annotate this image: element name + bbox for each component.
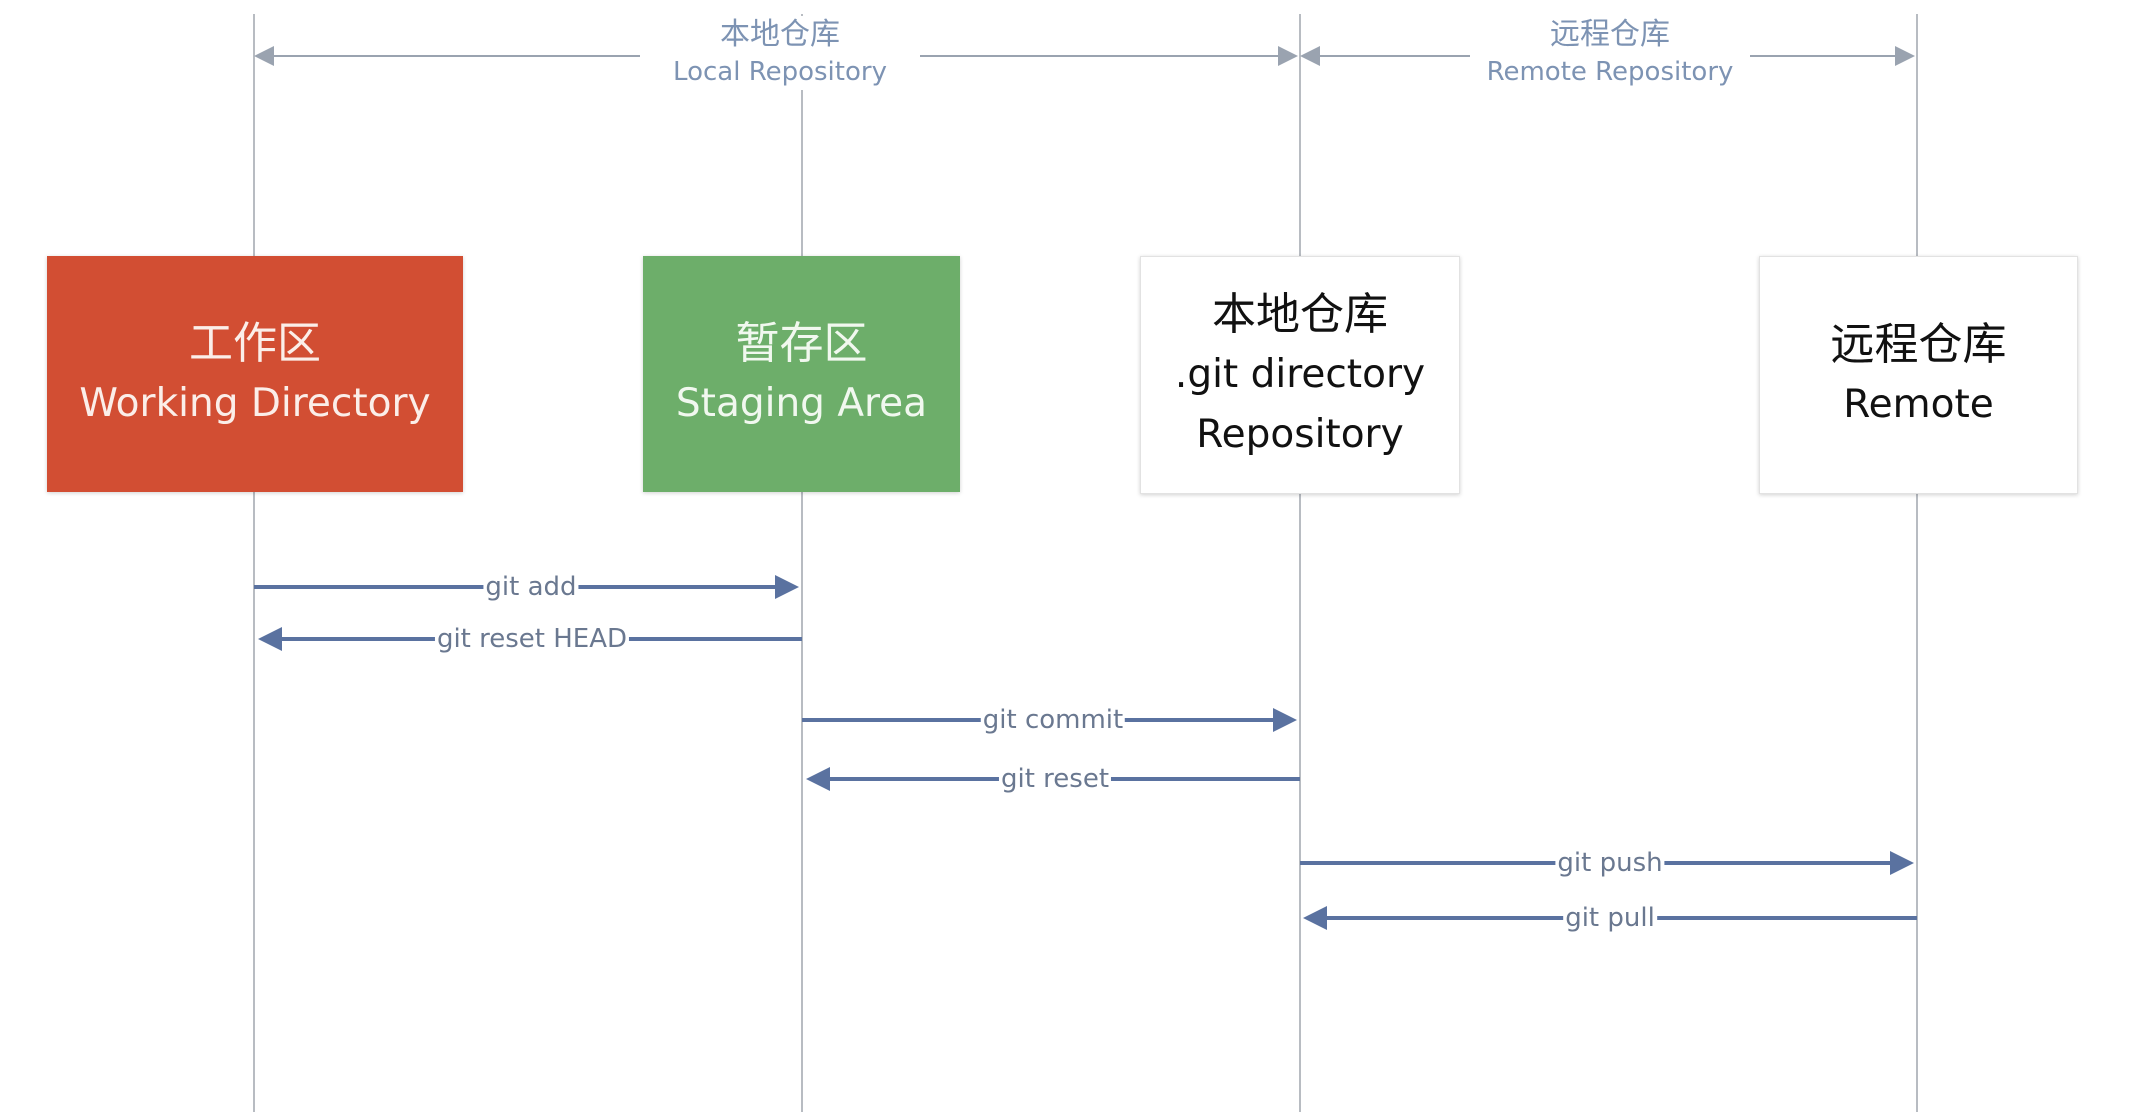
box-title-zh: 本地仓库 — [1212, 289, 1388, 340]
region-label-local: 本地仓库 Local Repository — [640, 16, 920, 90]
local-repository-box: 本地仓库 .git directory Repository — [1140, 256, 1460, 494]
box-title-zh: 暂存区 — [735, 318, 868, 369]
working-directory-box: 工作区 Working Directory — [47, 256, 463, 492]
box-title-zh: 工作区 — [189, 318, 321, 369]
box-title-zh: 远程仓库 — [1830, 319, 2007, 370]
label-git-reset-head: git reset HEAD — [434, 624, 630, 654]
arrows-layer — [254, 46, 1917, 930]
region-label-remote-zh: 远程仓库 — [1550, 17, 1670, 52]
remote-repository-box: 远程仓库 Remote — [1759, 256, 2078, 494]
box-title-en: .git directory — [1174, 352, 1426, 397]
box-title-en: Remote — [1843, 382, 1994, 427]
region-label-remote-en: Remote Repository — [1486, 57, 1734, 87]
box-title-en: Staging Area — [675, 381, 928, 426]
region-label-remote: 远程仓库 Remote Repository — [1470, 16, 1750, 90]
region-label-local-zh: 本地仓库 — [720, 17, 840, 52]
staging-area-box: 暂存区 Staging Area — [643, 256, 960, 492]
label-git-push: git push — [1555, 848, 1665, 878]
label-git-commit: git commit — [980, 705, 1126, 735]
label-git-add: git add — [483, 572, 579, 602]
label-git-pull: git pull — [1563, 903, 1657, 933]
region-label-local-en: Local Repository — [673, 57, 887, 87]
box-title-en2: Repository — [1196, 412, 1404, 457]
box-title-en: Working Directory — [79, 381, 431, 426]
label-git-reset: git reset — [998, 764, 1112, 794]
